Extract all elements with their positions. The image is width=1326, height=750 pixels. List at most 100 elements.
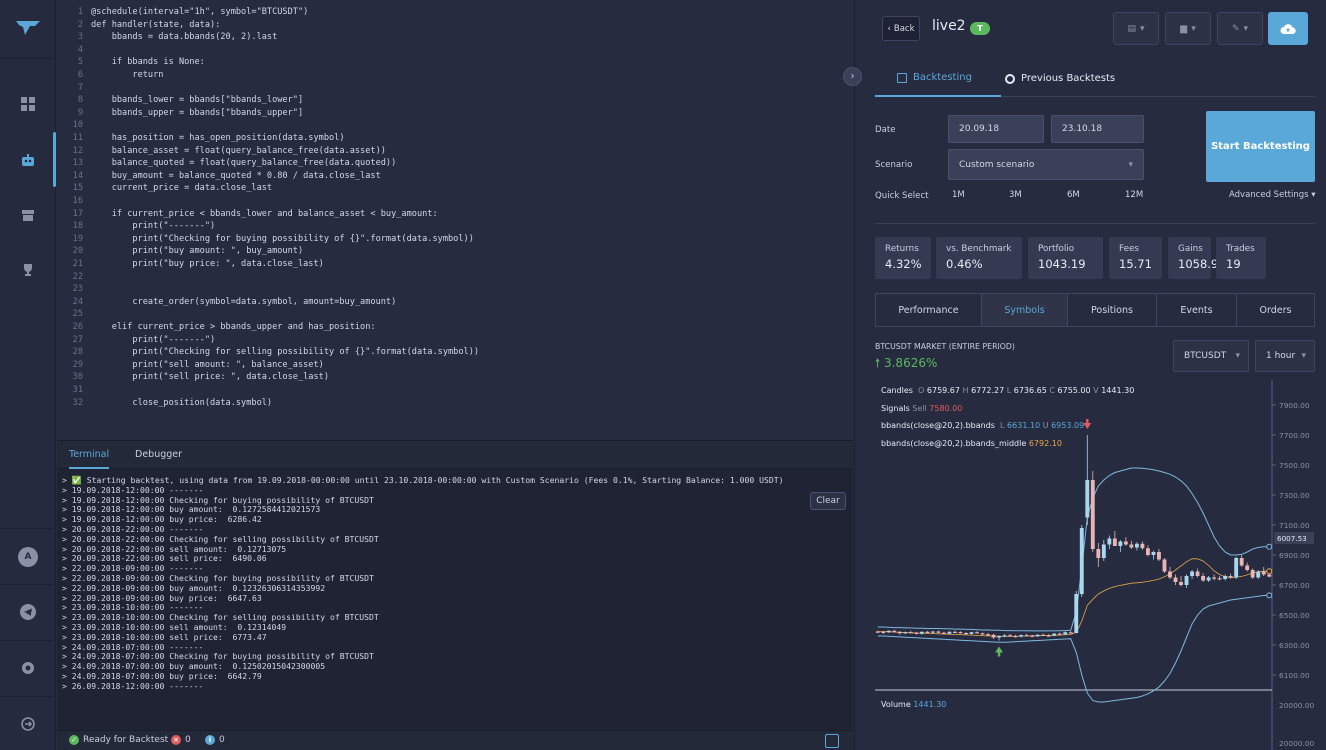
bot-icon[interactable]	[0, 140, 56, 180]
code-line[interactable]: 15 current_price = data.close_last	[57, 182, 847, 194]
clear-button[interactable]: Clear	[810, 492, 846, 510]
code-text: print("-------")	[91, 221, 216, 232]
dashboard-icon[interactable]	[0, 84, 56, 124]
price-chart[interactable]: Candles O 6759.67 H 6772.27 L 6736.65 C …	[855, 380, 1326, 750]
candle-body	[1013, 636, 1018, 638]
code-line[interactable]: 2 def handler(state, data):	[57, 19, 847, 31]
tab-backtesting[interactable]: Backtesting	[875, 60, 1001, 97]
candle-body	[914, 632, 919, 634]
line-number: 31	[72, 385, 83, 395]
chevron-down-icon: ▾	[1191, 23, 1196, 34]
collapse-panel-button[interactable]: ›	[843, 67, 862, 86]
code-line[interactable]: 32 close_position(data.symbol)	[57, 397, 847, 409]
band-end-marker	[1266, 543, 1273, 550]
candle-body	[1096, 549, 1101, 558]
result-tab-symbols[interactable]: Symbols	[981, 293, 1068, 327]
rail-divider	[0, 584, 56, 585]
start-backtesting-button[interactable]: Start Backtesting	[1206, 111, 1315, 182]
symbol-select[interactable]: BTCUSDT ▾	[1173, 340, 1249, 372]
store-icon[interactable]	[0, 195, 56, 235]
layout-toggle-icon[interactable]	[825, 734, 839, 748]
code-line[interactable]: 27 print("-------")	[57, 334, 847, 346]
code-line[interactable]: 3 bbands = data.bbands(20, 2).last	[57, 31, 847, 43]
rail-divider	[0, 640, 56, 641]
code-text: elif current_price > bbands_upper and ha…	[91, 322, 376, 332]
market-change: 🠕 3.8626%	[875, 354, 937, 375]
logout-icon[interactable]	[0, 704, 56, 744]
code-line[interactable]: 29 print("sell amount: ", balance_asset)	[57, 359, 847, 371]
code-line[interactable]: 1 @schedule(interval="1h", symbol="BTCUSD…	[57, 6, 847, 18]
code-text: print("sell amount: ", balance_asset)	[91, 359, 324, 370]
code-line[interactable]: 20 print("buy amount: ", buy_amount)	[57, 245, 847, 257]
quick-1m[interactable]: 1M	[952, 190, 965, 200]
code-line[interactable]: 26 elif current_price > bbands_upper and…	[57, 321, 847, 333]
quick-6m[interactable]: 6M	[1067, 190, 1080, 200]
code-line[interactable]: 7	[57, 82, 847, 94]
status-errors[interactable]: × 0	[171, 735, 191, 745]
candle-body	[1085, 480, 1090, 518]
code-line[interactable]: 28 print("Checking for selling possibili…	[57, 346, 847, 358]
layout-menu-button[interactable]: ▤ ▾	[1113, 12, 1159, 45]
date-to-input[interactable]: 23.10.18	[1051, 115, 1144, 143]
code-line[interactable]: 24 create_order(symbol=data.symbol, amou…	[57, 296, 847, 308]
code-line[interactable]: 10	[57, 119, 847, 131]
code-line[interactable]: 6 return	[57, 69, 847, 81]
comment-menu-button[interactable]: ▆ ▾	[1165, 12, 1211, 45]
left-rail: A	[0, 0, 56, 750]
line-number: 13	[72, 158, 83, 169]
quick-3m[interactable]: 3M	[1009, 190, 1022, 200]
code-line[interactable]: 8 bbands_lower = bbands["bbands_lower"]	[57, 94, 847, 106]
candle-body	[1239, 558, 1244, 566]
code-line[interactable]: 30 print("sell price: ", data.close_last…	[57, 371, 847, 383]
code-line[interactable]: 25	[57, 308, 847, 320]
tab-previous-backtests[interactable]: Previous Backtests	[1005, 60, 1115, 97]
code-line[interactable]: 21 print("buy price: ", data.close_last)	[57, 258, 847, 270]
mode-badge-letter: T	[977, 24, 983, 33]
comment-icon: ▆	[1180, 23, 1188, 34]
cloud-deploy-button[interactable]	[1268, 12, 1308, 45]
settings-icon[interactable]	[0, 648, 56, 688]
terminal-tabs: Terminal Debugger	[57, 441, 853, 469]
interval-select[interactable]: 1 hour ▾	[1255, 340, 1315, 372]
code-editor[interactable]: 1 @schedule(interval="1h", symbol="BTCUSD…	[57, 0, 853, 440]
date-from-input[interactable]: 20.09.18	[948, 115, 1044, 143]
y-tick-label: 7300.00	[1279, 491, 1310, 500]
trophy-icon[interactable]	[0, 250, 56, 290]
tab-terminal[interactable]: Terminal	[69, 441, 110, 469]
result-tab-orders[interactable]: Orders	[1236, 293, 1315, 327]
chart-canvas[interactable]: 7900.00 7700.00 7500.00 7300.00 7100.00 6900.…	[855, 380, 1326, 750]
result-tab-positions[interactable]: Positions	[1067, 293, 1157, 327]
app-logo-icon[interactable]	[8, 10, 48, 46]
back-button[interactable]: ‹ Back	[882, 16, 920, 41]
code-line[interactable]: 22	[57, 271, 847, 283]
candle-body	[1245, 565, 1250, 570]
avatar[interactable]: A	[0, 537, 56, 577]
telegram-icon[interactable]	[0, 592, 56, 632]
code-line[interactable]: 4	[57, 44, 847, 56]
line-number: 18	[72, 221, 83, 232]
code-line[interactable]: 16	[57, 195, 847, 207]
status-infos[interactable]: i 0	[205, 735, 225, 745]
result-tab-events[interactable]: Events	[1156, 293, 1237, 327]
edit-menu-button[interactable]: ✎ ▾	[1217, 12, 1263, 45]
code-line[interactable]: 18 print("-------")	[57, 220, 847, 232]
code-line[interactable]: 17 if current_price < bbands_lower and b…	[57, 208, 847, 220]
advanced-settings-link[interactable]: Advanced Settings ▾	[1229, 190, 1316, 200]
code-line[interactable]: 9 bbands_upper = bbands["bbands_upper"]	[57, 107, 847, 119]
tab-debugger[interactable]: Debugger	[135, 441, 182, 469]
code-line[interactable]: 12 balance_asset = float(query_balance_f…	[57, 145, 847, 157]
stat-card: Returns 4.32%	[875, 237, 931, 279]
result-tab-performance[interactable]: Performance	[875, 293, 982, 327]
stat-card: Gains 1058.91	[1168, 237, 1226, 279]
code-line[interactable]: 23	[57, 283, 847, 295]
code-line[interactable]: 11 has_position = has_open_position(data…	[57, 132, 847, 144]
quick-12m[interactable]: 12M	[1125, 190, 1143, 200]
candle-body	[953, 631, 957, 633]
last-price-label: 6007.53	[1277, 534, 1307, 543]
code-line[interactable]: 31	[57, 384, 847, 396]
code-line[interactable]: 19 print("Checking for buying possibilit…	[57, 233, 847, 245]
code-line[interactable]: 14 buy_amount = balance_quoted * 0.80 / …	[57, 170, 847, 182]
code-line[interactable]: 5 if bbands is None:	[57, 56, 847, 68]
code-line[interactable]: 13 balance_quoted = float(query_balance_…	[57, 157, 847, 169]
scenario-select[interactable]: Custom scenario ▾	[948, 149, 1144, 180]
